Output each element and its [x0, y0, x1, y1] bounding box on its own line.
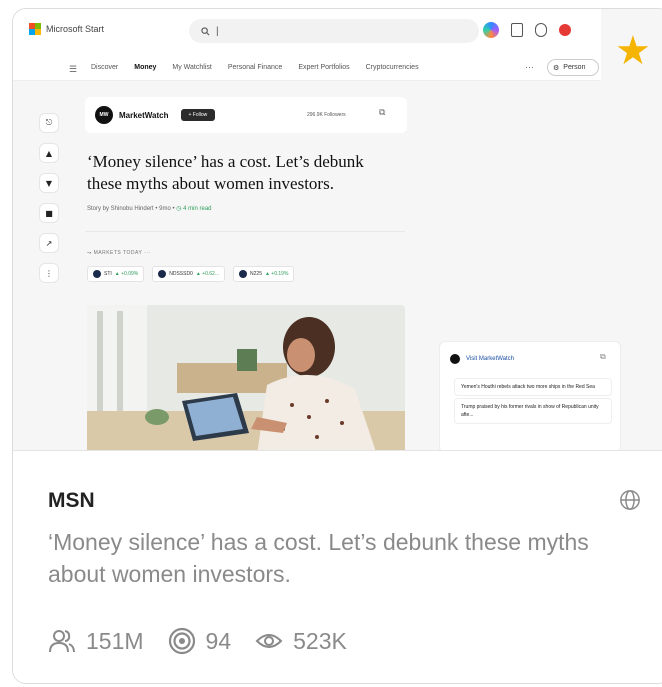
ticker-item: NDSSSD0 ▲ +0.62... — [152, 266, 226, 282]
microsoft-logo-icon — [29, 23, 41, 35]
personalize-icon: ⚙ — [553, 64, 560, 72]
more-options-icon: ⋮ — [39, 263, 59, 283]
nav-item-money: Money — [134, 64, 157, 71]
article-column: MW MarketWatch + Follow 296.9K Followers… — [85, 97, 407, 450]
ticker-icon — [158, 270, 167, 278]
share-icon: ⧉ — [379, 108, 386, 118]
top-icons — [483, 22, 571, 38]
card-description: ‘Money silence’ has a cost. Let’s debunk… — [48, 529, 589, 587]
publisher-bar: MW MarketWatch + Follow 296.9K Followers… — [85, 97, 407, 133]
more-icon: ··· — [144, 250, 151, 256]
ticker-icon — [93, 270, 101, 278]
nav-item-cryptocurrencies: Cryptocurrencies — [365, 64, 419, 71]
article-headline: ‘Money silence’ has a cost. Let’s debunk… — [87, 152, 364, 193]
related-sidebar-card: Visit MarketWatch ⧉ Yemen's Houthi rebel… — [439, 341, 621, 450]
markets-today-label: ↝ MARKETS TODAY ··· — [87, 250, 151, 256]
users-count: 151M — [86, 627, 144, 654]
search-text: | — [216, 25, 219, 37]
target-count: 94 — [205, 627, 232, 654]
notification-icon — [559, 24, 571, 36]
related-list: Yemen's Houthi rebels attack two more sh… — [454, 378, 612, 426]
byline-author: Story by Shinobu Hindert • 9mo • — [87, 206, 175, 212]
personalize-label: Person — [563, 64, 586, 71]
like-icon: ▲ — [39, 143, 59, 163]
card-info: MSN ‘Money silence’ has a cost. Let’s de… — [13, 451, 662, 683]
visit-link-label: Visit MarketWatch — [466, 356, 515, 362]
woman-laptop-illustration — [87, 305, 405, 450]
nav-item-personal-finance: Personal Finance — [227, 64, 283, 71]
personalize-button: ⚙ Person — [547, 59, 599, 76]
ticker-item: STI ▲ +0.09% — [87, 266, 145, 282]
publisher-logo: MW — [95, 106, 113, 124]
trophy-icon — [535, 23, 547, 37]
ticker-change: ▲ +0.19% — [264, 271, 289, 277]
publisher-name: MarketWatch — [119, 110, 169, 120]
ticker-icon — [239, 270, 248, 278]
star-icon[interactable]: ★ — [615, 31, 651, 71]
read-time: 4 min read — [183, 206, 212, 212]
nav-item-discover: Discover — [91, 64, 119, 71]
markets-label-text: MARKETS TODAY — [93, 250, 143, 256]
ticker-name: N225 — [250, 271, 262, 277]
users-stat: 151M — [48, 627, 144, 655]
article-byline: Story by Shinobu Hindert • 9mo • ◷ 4 min… — [87, 205, 212, 212]
ticker-item: N225 ▲ +0.19% — [233, 266, 295, 282]
nav-item-expert-portfolios: Expert Portfolios — [298, 64, 350, 71]
search-icon — [201, 26, 210, 35]
external-link-icon: ⧉ — [600, 352, 606, 361]
comment-icon: ■ — [39, 203, 59, 223]
publisher-dot-icon — [450, 354, 460, 364]
ticker-name: NDSSSD0 — [169, 271, 193, 277]
logo-text: Microsoft Start — [46, 24, 105, 34]
phone-icon — [511, 23, 523, 37]
users-icon — [49, 630, 75, 653]
target-stat: 94 — [168, 627, 232, 655]
page-preview-thumbnail[interactable]: Microsoft Start | ☰ Discover Money My Wa… — [13, 9, 662, 451]
stats-row: 151M 94 523K — [48, 627, 371, 655]
ticker-change: ▲ +0.09% — [114, 271, 139, 277]
msn-navbar: ☰ Discover Money My Watchlist Personal F… — [13, 55, 601, 81]
link-preview-card[interactable]: Microsoft Start | ☰ Discover Money My Wa… — [12, 8, 662, 684]
eye-icon — [255, 634, 283, 648]
divider — [85, 231, 405, 232]
views-count: 523K — [293, 627, 347, 654]
article-hero-image — [87, 305, 405, 450]
ticker-change: ▲ +0.62... — [195, 271, 220, 277]
nav-item-watchlist: My Watchlist — [172, 64, 212, 71]
target-icon — [168, 627, 195, 655]
microsoft-start-logo: Microsoft Start — [29, 23, 104, 35]
visit-link: Visit MarketWatch — [450, 354, 514, 364]
nav-more-icon: ··· — [525, 62, 534, 72]
menu-icon: ☰ — [69, 64, 78, 74]
related-item: Yemen's Houthi rebels attack two more sh… — [454, 378, 612, 396]
share-icon: ↗ — [39, 233, 59, 253]
ticker-name: STI — [104, 271, 112, 277]
article-action-rail: ⎋ ▲ ▼ ■ ↗ ⋮ — [39, 113, 59, 283]
source-name: MSN — [48, 489, 95, 512]
clock-icon: ◷ — [176, 206, 182, 212]
chart-icon: ↝ — [87, 250, 92, 256]
views-stat: 523K — [255, 627, 347, 655]
ticker-strip: STI ▲ +0.09% NDSSSD0 ▲ +0.62... N225 ▲ +0.1… — [87, 266, 295, 282]
followers-count: 296.9K Followers — [307, 112, 346, 118]
msn-topbar: Microsoft Start | — [13, 9, 601, 55]
search-box: | — [189, 19, 479, 43]
headphones-icon: ⎋ — [39, 113, 59, 133]
follow-button: + Follow — [180, 109, 216, 121]
dislike-icon: ▼ — [39, 173, 59, 193]
copilot-icon — [483, 22, 499, 38]
related-item: Trump praised by his former rivals in sh… — [454, 398, 612, 424]
globe-icon[interactable] — [619, 489, 641, 511]
